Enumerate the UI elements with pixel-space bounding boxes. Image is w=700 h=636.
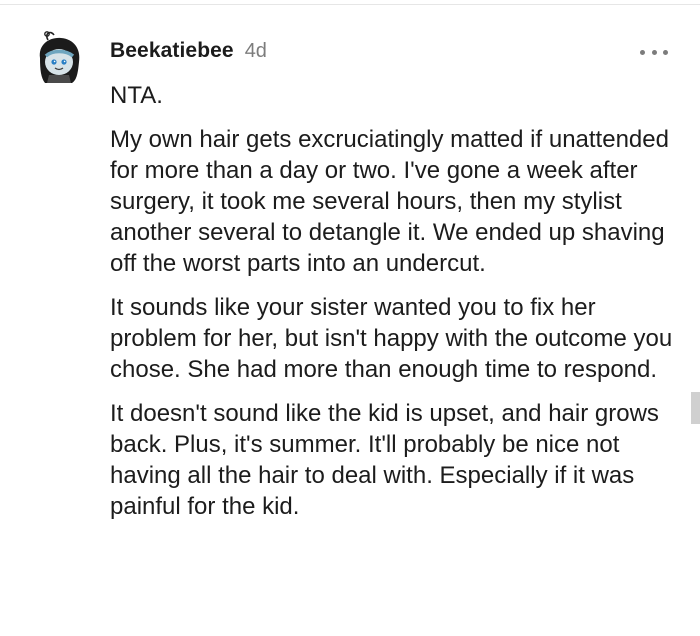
user-avatar[interactable] bbox=[34, 28, 84, 84]
scrollbar-thumb[interactable] bbox=[691, 392, 700, 424]
top-divider bbox=[0, 4, 700, 5]
comment-paragraph: It doesn't sound like the kid is upset, … bbox=[110, 400, 659, 520]
comment-header: Beekatiebee 4d bbox=[110, 39, 267, 67]
comment-timestamp: 4d bbox=[244, 40, 267, 62]
comment-paragraph: NTA. bbox=[110, 82, 163, 109]
comment-body: NTA. My own hair gets excruciatingly mat… bbox=[110, 80, 680, 535]
comment-paragraph: My own hair gets excruciatingly matted i… bbox=[110, 126, 669, 277]
comment-author[interactable]: Beekatiebee bbox=[110, 39, 234, 63]
ellipsis-dot bbox=[663, 49, 668, 55]
ellipsis-horizontal-icon bbox=[640, 49, 645, 55]
comment-paragraph: It sounds like your sister wanted you to… bbox=[110, 294, 673, 383]
ellipsis-dot bbox=[651, 49, 657, 55]
more-options-button[interactable] bbox=[640, 44, 668, 60]
snoo-avatar-icon bbox=[39, 31, 80, 83]
